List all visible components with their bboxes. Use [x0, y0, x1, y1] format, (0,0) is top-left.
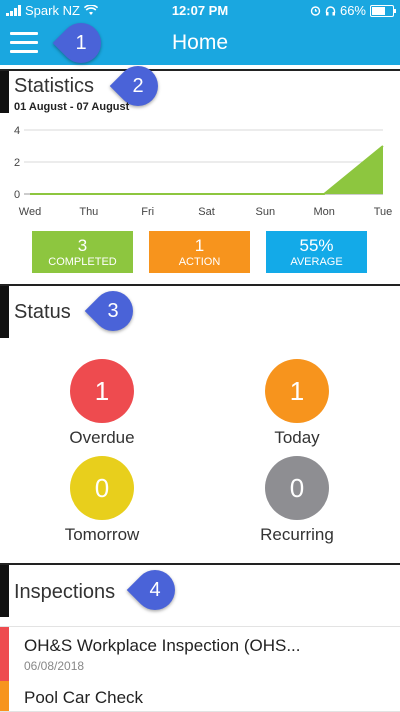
- today-count[interactable]: 1: [265, 359, 329, 423]
- callout-number: 4: [135, 570, 175, 610]
- stat-label: COMPLETED: [32, 256, 133, 269]
- stat-value: 55%: [266, 236, 367, 256]
- stat-value: 1: [149, 236, 250, 256]
- x-tick-label: Sat: [198, 206, 215, 218]
- callout-number: 3: [93, 291, 133, 331]
- inspection-item[interactable]: OH&S Workplace Inspection (OHS... 06/08/…: [0, 626, 400, 682]
- statistics-title: Statistics: [14, 75, 94, 98]
- section-accent-bar: [0, 71, 9, 113]
- section-divider: [0, 563, 400, 565]
- callout-marker: 3: [85, 283, 142, 340]
- inspection-item[interactable]: Pool Car Check: [0, 681, 400, 712]
- inspections-title: Inspections: [14, 581, 115, 604]
- callout-number: 1: [61, 23, 101, 63]
- inspection-name: OH&S Workplace Inspection (OHS...: [24, 636, 301, 656]
- statistics-chart: 0 2 4 Wed Thu Fri Sat Sun Mon Tue: [0, 118, 400, 222]
- y-tick-label: 0: [14, 189, 20, 201]
- status-title: Status: [14, 301, 71, 324]
- status-stripe: [0, 627, 9, 681]
- section-accent-bar: [0, 286, 9, 338]
- recurring-label: Recurring: [227, 525, 367, 545]
- tomorrow-count[interactable]: 0: [70, 456, 134, 520]
- status-stripe: [0, 681, 9, 711]
- x-tick-label: Fri: [141, 206, 154, 218]
- today-label: Today: [227, 428, 367, 448]
- date-range: 01 August - 07 August: [14, 101, 129, 113]
- stat-value: 3: [32, 236, 133, 256]
- x-tick-label: Sun: [256, 206, 276, 218]
- stat-average[interactable]: 55% AVERAGE: [266, 231, 367, 273]
- x-tick-label: Tue: [374, 206, 393, 218]
- section-divider: [0, 69, 400, 71]
- alarm-icon: [310, 5, 321, 16]
- inspection-name: Pool Car Check: [24, 688, 143, 708]
- tomorrow-label: Tomorrow: [32, 525, 172, 545]
- stat-completed[interactable]: 3 COMPLETED: [32, 231, 133, 273]
- battery-percent: 66%: [340, 3, 366, 18]
- recurring-count[interactable]: 0: [265, 456, 329, 520]
- stat-label: ACTION: [149, 256, 250, 269]
- status-bar: Spark NZ 12:07 PM 66%: [0, 0, 400, 20]
- line-series: [30, 146, 383, 194]
- callout-marker: 1: [53, 15, 110, 72]
- stat-action[interactable]: 1 ACTION: [149, 231, 250, 273]
- inspection-date: 06/08/2018: [24, 659, 84, 673]
- x-tick-label: Wed: [19, 206, 41, 218]
- status-right: 66%: [310, 3, 394, 18]
- overdue-count[interactable]: 1: [70, 359, 134, 423]
- callout-number: 2: [118, 66, 158, 106]
- y-tick-label: 2: [14, 157, 20, 169]
- x-tick-label: Thu: [79, 206, 98, 218]
- callout-marker: 4: [127, 562, 184, 619]
- headphones-icon: [325, 5, 336, 16]
- section-divider: [0, 284, 400, 286]
- section-accent-bar: [0, 565, 9, 617]
- overdue-label: Overdue: [32, 428, 172, 448]
- y-tick-label: 4: [14, 125, 20, 137]
- battery-icon: [370, 5, 394, 17]
- area-series: [30, 146, 383, 194]
- stat-label: AVERAGE: [266, 256, 367, 269]
- x-tick-label: Mon: [313, 206, 334, 218]
